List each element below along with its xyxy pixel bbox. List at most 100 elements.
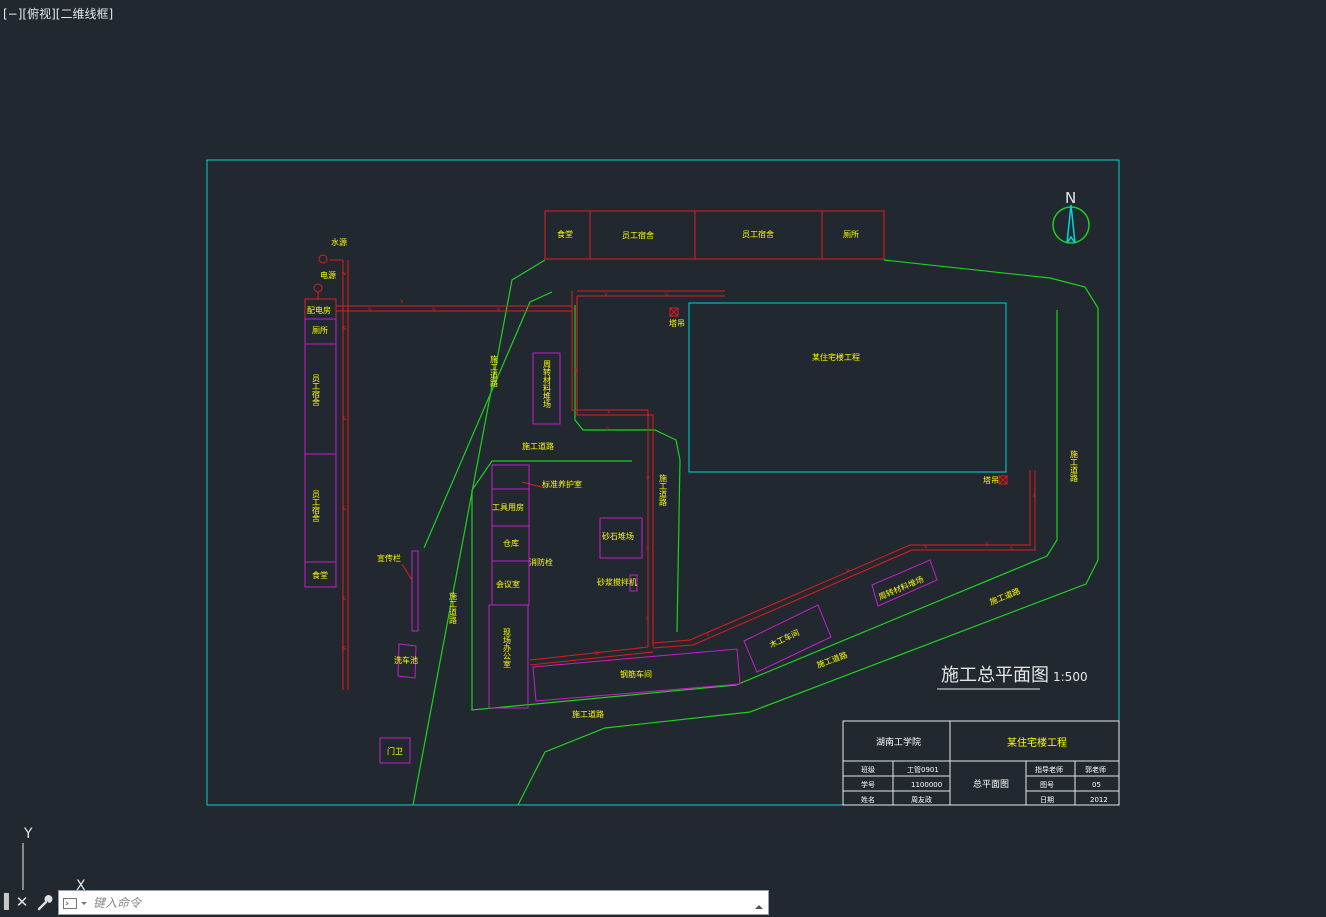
svg-text:s: s [646,545,649,552]
top-building-canteen: 食堂 [557,229,573,239]
title-block-project: 某住宅楼工程 [1007,736,1067,749]
material-yard-label: 周转材料堆场 [543,360,552,409]
meeting-room-label: 会议室 [496,579,520,589]
svg-text:s: s [606,425,609,432]
command-line-close-button[interactable]: ✕ [13,891,31,913]
command-line-bar: ▪ ▪ ▪ ▪ ✕ [0,889,770,916]
svg-text:s: s [1033,492,1036,499]
north-label: N [1065,189,1076,207]
rebar-shed-label: 钢筋车间 [620,669,652,679]
power-source-label: 电源 [320,270,336,280]
svg-text:v: v [400,298,404,305]
svg-text:s: s [343,595,346,602]
top-building-dorm-2: 员工宿舍 [742,229,774,239]
customize-wrench-icon[interactable] [34,891,56,913]
svg-text:s: s [343,505,346,512]
road-label-middle: 施工道路 [522,441,554,451]
svg-text:s: s [368,306,371,313]
main-building-label: 某住宅楼工程 [812,352,860,362]
title-block [842,720,1120,806]
utility-flow-markers: v s s s s s v s s s v v s v s v s s s s v s v s s [343,270,1036,657]
drawing-title: 施工总平面图 [941,665,1049,686]
tower-crane-2-label: 塔吊 [983,475,999,485]
water-source-label: 水源 [331,237,347,247]
command-history-arrow-icon[interactable] [754,897,764,909]
tower-crane-symbols [669,307,1008,485]
svg-text:v: v [665,291,669,298]
road-label-bottom-center: 施工道路 [815,650,848,670]
car-wash-label: 洗车池 [394,655,418,665]
mortar-mixer-label: 砂浆搅拌机 [597,577,637,587]
title-block-name-value: 周友政 [911,795,932,804]
title-block-class-value: 工管0901 [907,765,939,774]
svg-text:s: s [343,325,346,332]
road-label-right-vertical: 施工道路 [1070,449,1079,482]
title-block-class-key: 班级 [861,765,875,774]
road-label-bottom-left: 施工道路 [572,709,604,719]
svg-text:s: s [1010,545,1013,552]
road-label-upper-left: 施工道路 [490,354,499,387]
svg-text:v: v [343,270,347,277]
carpentry-shed-label: 木工车间 [768,627,801,650]
svg-text:s: s [646,615,649,622]
left-dorm-2-label: 员工宿舍 [312,490,321,523]
cad-drawing-canvas[interactable]: 食堂 员工宿舍 员工宿舍 厕所 N 某住宅楼工程 v s s s s s vs s s … [0,0,1326,890]
title-block-name-key: 姓名 [861,795,875,804]
distribution-room-label: 配电房 [307,305,331,315]
left-canteen-label: 食堂 [312,570,328,580]
main-building-outline [688,302,1007,473]
top-buildings [544,210,885,260]
warehouse-label: 仓库 [503,538,519,548]
title-block-id-key: 学号 [861,780,875,789]
svg-text:v: v [607,408,611,415]
tower-crane-1-label: 塔吊 [669,318,685,328]
svg-text:v: v [604,291,608,298]
facility-outlines [379,352,938,764]
svg-text:s: s [497,306,500,313]
billboard-label: 宣传栏 [377,553,401,563]
top-building-toilet: 厕所 [843,229,859,239]
road-label-center-vertical: 施工道路 [659,473,668,506]
material-yard-2-label: 周转材料堆场 [877,574,925,602]
svg-text:s: s [706,631,709,638]
left-toilet-label: 厕所 [312,325,328,335]
fire-hydrant-label: 消防栓 [529,557,553,567]
title-block-date-key: 日期 [1040,796,1054,804]
title-block-advisor-value: 郭老师 [1085,765,1106,774]
site-office-label: 现场办公室 [503,628,512,668]
svg-text:s: s [343,645,346,652]
svg-text:s: s [924,543,927,550]
svg-text:v: v [985,540,989,547]
title-block-drawing-name: 总平面图 [973,778,1009,790]
svg-text:v: v [846,567,850,574]
billboard-leader [401,563,413,581]
svg-text:s: s [432,306,435,313]
road-label-left-vertical: 施工道路 [449,591,458,624]
road-label-bottom-right: 施工道路 [988,586,1021,607]
left-dorm-1-label: 员工宿舍 [312,374,321,407]
drag-grip-icon[interactable]: ▪ ▪ ▪ ▪ [3,891,10,913]
top-building-dorm-1: 员工宿舍 [622,230,654,240]
tool-room-label: 工具用房 [492,502,524,512]
left-column-buildings [304,298,337,588]
ucs-y-label: Y [23,826,33,842]
svg-text:s: s [595,650,598,657]
title-block-sheet-value: 05 [1092,781,1101,789]
sand-yard-label: 砂石堆场 [602,531,634,541]
command-prompt-icon[interactable] [63,896,89,910]
title-block-id-value: 1100000 [911,781,942,789]
svg-text:s: s [574,367,577,374]
svg-text:s: s [343,415,346,422]
command-input-box[interactable] [58,890,769,915]
title-block-sheet-key: 图号 [1040,781,1054,789]
title-block-company: 湖南工学院 [876,736,921,748]
guard-room-label: 门卫 [387,746,403,756]
north-compass [1052,204,1090,244]
svg-text:v: v [646,475,650,482]
curing-room-label: 标准养护室 [542,479,582,489]
title-block-advisor-key: 指导老师 [1035,765,1063,774]
drawing-scale: 1:500 [1053,670,1088,684]
command-input[interactable] [93,893,733,912]
construction-roads [412,259,1099,806]
title-block-date-value: 2012 [1090,796,1108,804]
